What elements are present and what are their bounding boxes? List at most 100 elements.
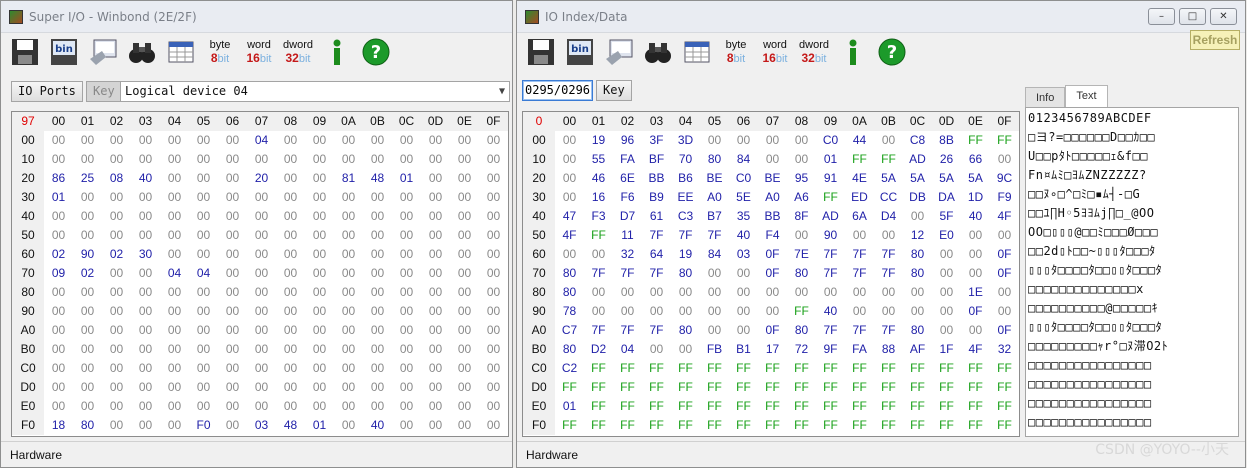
register-cell[interactable]: 5A [961,169,990,188]
register-cell[interactable]: 5A [874,169,903,188]
register-cell[interactable]: 7F [642,264,671,283]
register-cell[interactable]: FF [961,378,990,397]
register-cell[interactable]: A0 [700,188,729,207]
register-cell[interactable]: 00 [363,378,392,397]
register-cell[interactable]: 00 [160,150,189,169]
register-cell[interactable]: 32 [990,340,1019,359]
pci-button[interactable] [85,36,121,69]
register-cell[interactable]: 00 [305,264,334,283]
register-cell[interactable]: 00 [363,226,392,245]
register-cell[interactable]: 00 [845,283,874,302]
register-cell[interactable]: 00 [160,283,189,302]
register-cell[interactable]: 00 [247,378,276,397]
register-cell[interactable]: 00 [671,340,700,359]
register-cell[interactable]: 00 [642,302,671,321]
register-cell[interactable]: 00 [160,245,189,264]
register-cell[interactable]: FF [787,416,816,435]
register-cell[interactable]: 00 [729,302,758,321]
register-cell[interactable]: 00 [247,245,276,264]
register-cell[interactable]: 00 [44,302,73,321]
register-cell[interactable]: 00 [218,397,247,416]
register-cell[interactable]: 7F [613,321,642,340]
register-cell[interactable]: 0F [990,264,1019,283]
bin-button[interactable]: bin [562,36,598,69]
register-cell[interactable]: 00 [73,302,102,321]
register-cell[interactable]: 00 [729,264,758,283]
register-cell[interactable]: 5F [932,207,961,226]
register-cell[interactable]: 00 [363,302,392,321]
register-cell[interactable]: B7 [700,207,729,226]
register-cell[interactable]: 7F [700,226,729,245]
register-cell[interactable]: 00 [450,359,479,378]
register-cell[interactable]: 00 [102,207,131,226]
register-cell[interactable]: 00 [479,207,508,226]
register-cell[interactable]: FF [990,131,1019,150]
register-cell[interactable]: 0F [758,245,787,264]
register-cell[interactable]: 00 [73,340,102,359]
register-cell[interactable]: 00 [131,378,160,397]
logical-device-select[interactable]: Logical device 04 ▼ [120,81,510,102]
register-cell[interactable]: 7F [845,245,874,264]
register-cell[interactable]: 00 [874,283,903,302]
register-cell[interactable]: 00 [160,321,189,340]
register-cell[interactable]: 00 [392,340,421,359]
register-cell[interactable]: 00 [363,131,392,150]
register-cell[interactable]: C3 [671,207,700,226]
register-cell[interactable]: C2 [555,359,584,378]
register-cell[interactable]: FF [787,359,816,378]
register-cell[interactable]: 02 [44,245,73,264]
register-cell[interactable]: 00 [276,340,305,359]
register-cell[interactable]: FF [816,397,845,416]
register-cell[interactable]: 00 [218,131,247,150]
register-cell[interactable]: 00 [160,378,189,397]
register-cell[interactable]: 00 [247,207,276,226]
register-cell[interactable]: 00 [758,150,787,169]
register-cell[interactable]: 00 [450,150,479,169]
register-cell[interactable]: 00 [421,245,450,264]
register-cell[interactable]: FF [642,397,671,416]
register-cell[interactable]: 00 [363,245,392,264]
register-cell[interactable]: 00 [102,397,131,416]
register-cell[interactable]: FF [845,416,874,435]
register-cell[interactable]: 7F [816,264,845,283]
register-cell[interactable]: 90 [73,245,102,264]
byte-button[interactable]: byte 8bit [718,36,754,69]
register-cell[interactable]: 8B [932,131,961,150]
register-cell[interactable]: 00 [363,397,392,416]
register-cell[interactable]: 00 [700,283,729,302]
register-cell[interactable]: FF [874,397,903,416]
register-cell[interactable]: 48 [363,169,392,188]
register-cell[interactable]: 20 [247,169,276,188]
register-cell[interactable]: BB [642,169,671,188]
register-cell[interactable]: 03 [729,245,758,264]
register-cell[interactable]: AD [816,207,845,226]
register-cell[interactable]: 00 [305,397,334,416]
register-cell[interactable]: 7F [816,321,845,340]
register-cell[interactable]: 00 [131,150,160,169]
register-cell[interactable]: F9 [990,188,1019,207]
register-cell[interactable]: 00 [421,169,450,188]
register-cell[interactable]: 55 [584,150,613,169]
register-cell[interactable]: 9C [990,169,1019,188]
register-cell[interactable]: 7F [613,264,642,283]
register-cell[interactable]: FF [990,416,1019,435]
register-cell[interactable]: 00 [102,321,131,340]
register-cell[interactable]: 00 [613,283,642,302]
register-cell[interactable]: B1 [729,340,758,359]
register-cell[interactable]: 11 [613,226,642,245]
register-cell[interactable]: 0F [758,264,787,283]
register-cell[interactable]: FF [961,397,990,416]
register-cell[interactable]: FF [961,359,990,378]
register-cell[interactable]: FF [758,416,787,435]
register-cell[interactable]: 00 [450,245,479,264]
register-cell[interactable]: 00 [874,131,903,150]
register-cell[interactable]: 03 [247,416,276,435]
register-cell[interactable]: 35 [729,207,758,226]
register-cell[interactable]: FA [845,340,874,359]
register-cell[interactable]: 90 [816,226,845,245]
register-cell[interactable]: 00 [421,397,450,416]
register-cell[interactable]: 00 [276,378,305,397]
io-ports-button[interactable]: IO Ports [11,81,83,102]
register-cell[interactable]: FF [816,188,845,207]
register-cell[interactable]: 84 [700,245,729,264]
